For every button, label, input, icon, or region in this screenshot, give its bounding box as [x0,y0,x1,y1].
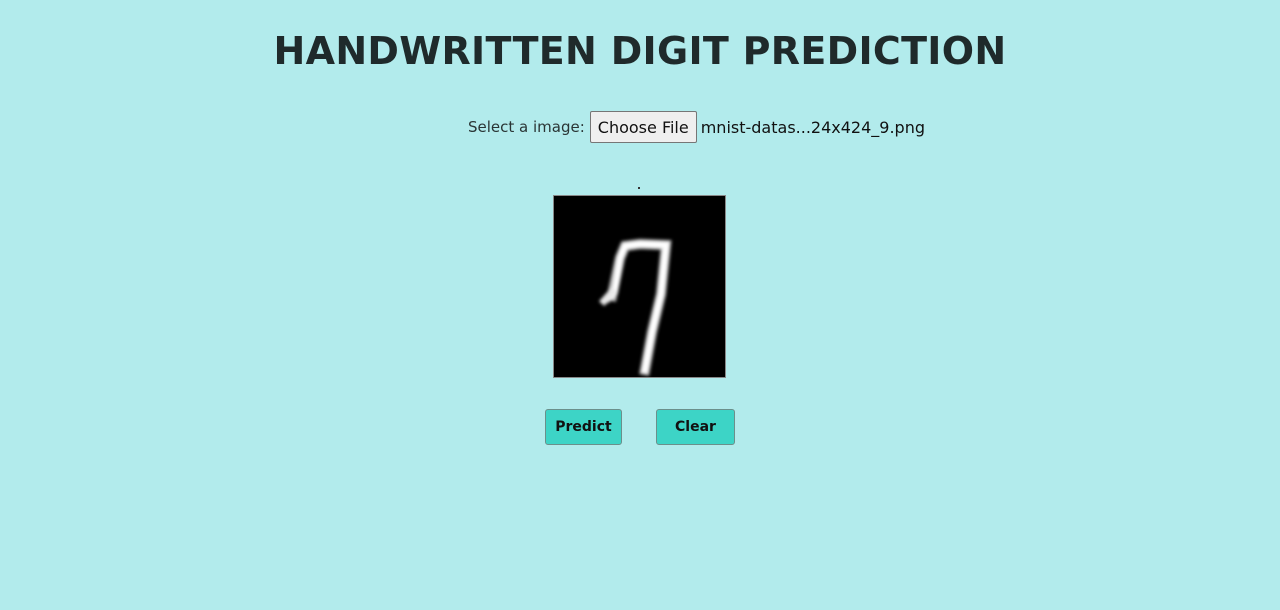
choose-file-button[interactable]: Choose File [589,111,697,143]
predict-button[interactable]: Predict [545,409,622,445]
page: HANDWRITTEN DIGIT PREDICTION Select a im… [0,0,1280,610]
upload-row: Select a image: Choose File mnist-datas.… [468,111,925,143]
upload-label: Select a image: [468,118,585,136]
digit-preview-image [553,195,726,378]
handwritten-digit-image [554,196,725,377]
image-marker [638,187,640,189]
selected-file-name: mnist-datas...24x424_9.png [700,117,925,137]
page-title: HANDWRITTEN DIGIT PREDICTION [273,29,1007,73]
clear-button[interactable]: Clear [656,409,735,445]
